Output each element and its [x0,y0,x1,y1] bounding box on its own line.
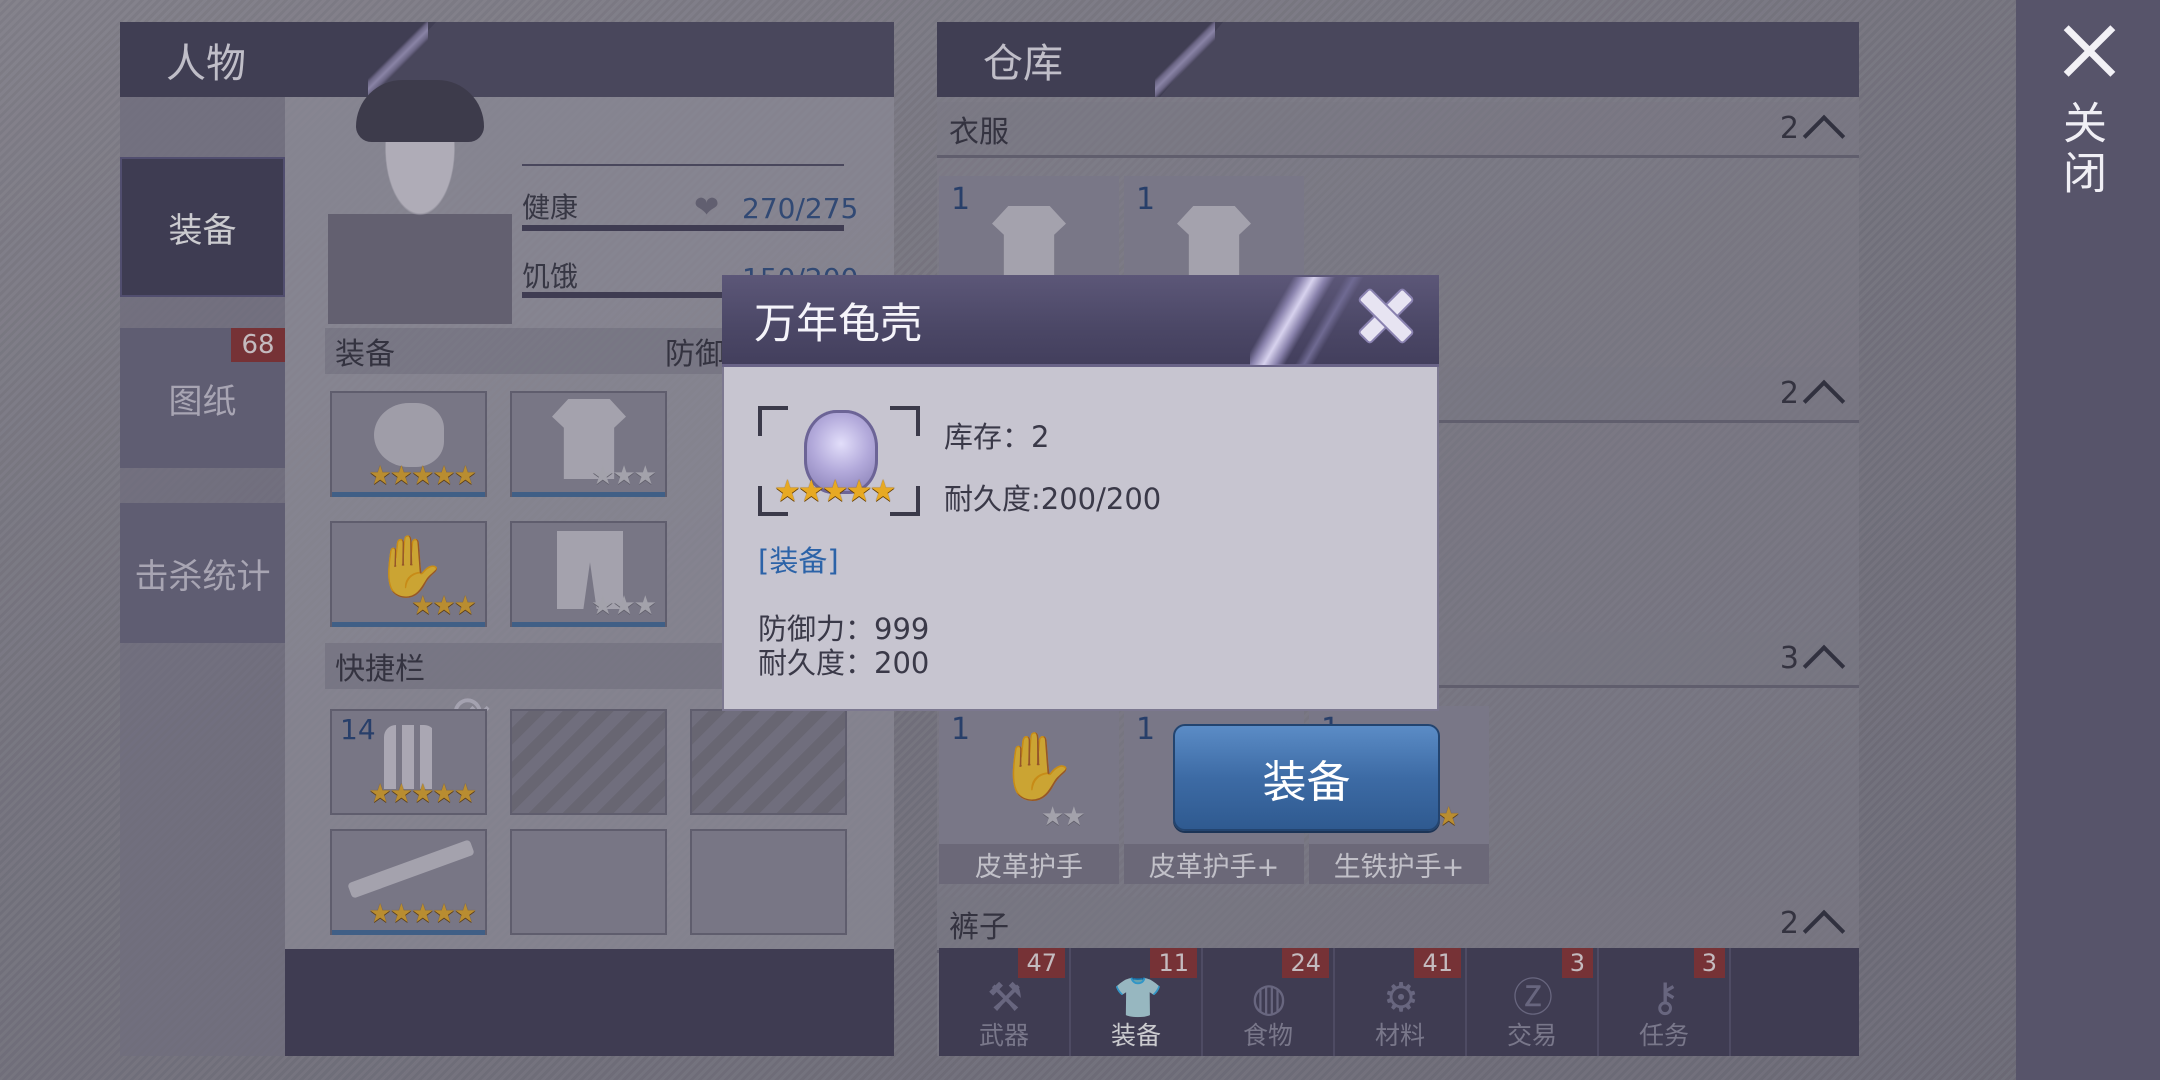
item-rarity-stars: ★★★★★ [774,474,896,509]
durability-detail-text: 耐久度：200 [758,646,930,680]
dialog-title: 万年龟壳 [754,299,923,348]
stock-text: 库存：2 [944,420,1050,454]
durability-text: 耐久度:200/200 [944,482,1162,516]
close-icon[interactable] [2060,22,2118,80]
dialog-close-icon[interactable] [1358,288,1414,344]
close-label[interactable]: 关闭 [2055,100,2112,200]
equip-slot-link[interactable]: [装备] [758,538,839,580]
equip-button[interactable]: 装备 [1173,724,1440,831]
